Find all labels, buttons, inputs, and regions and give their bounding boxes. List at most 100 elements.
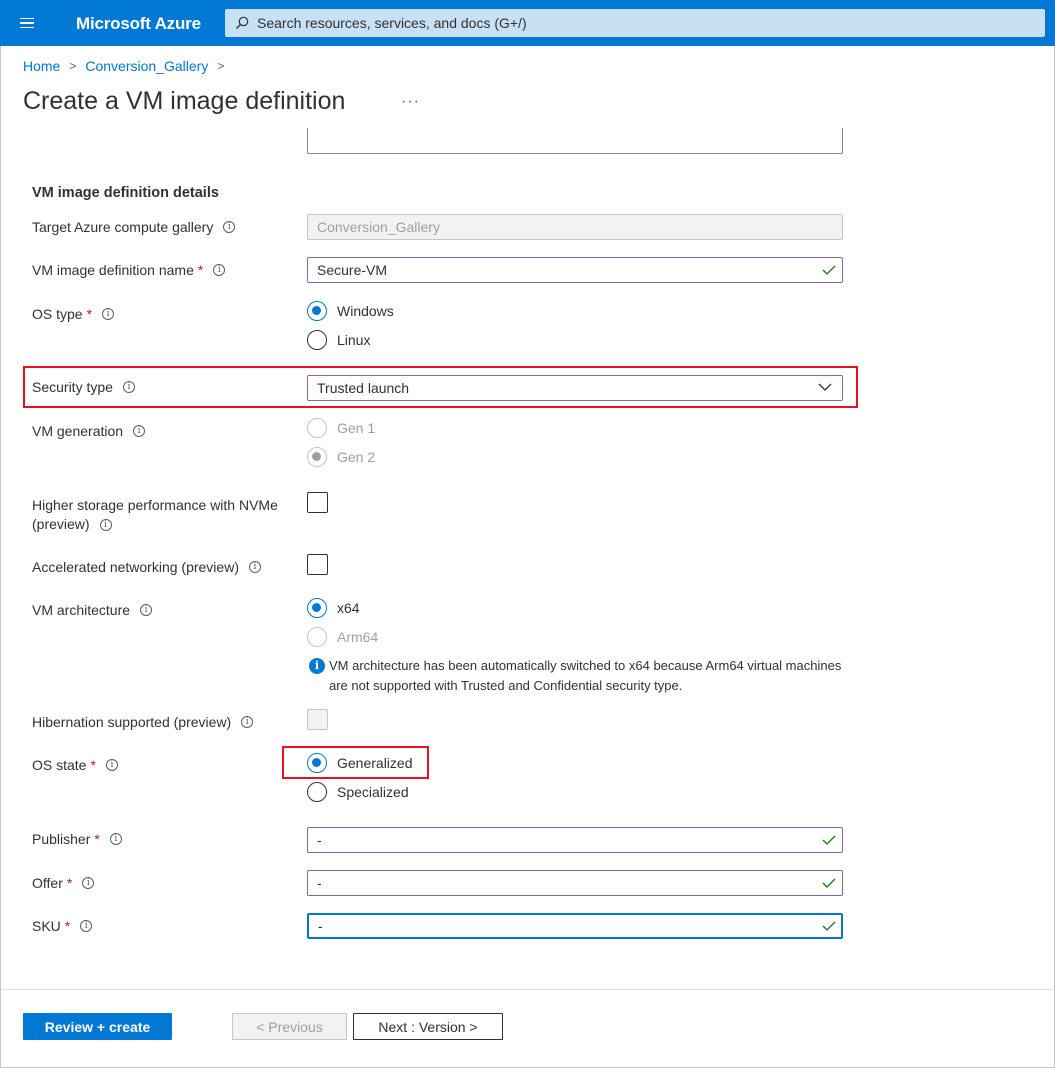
accelerated-networking-label: Accelerated networking (preview) i bbox=[32, 559, 261, 575]
review-create-button[interactable]: Review + create bbox=[23, 1013, 172, 1040]
search-box[interactable] bbox=[225, 9, 1045, 37]
radio-selected-icon bbox=[307, 301, 327, 321]
nvme-checkbox[interactable] bbox=[307, 492, 328, 513]
nvme-label: Higher storage performance with NVMe (pr… bbox=[32, 496, 278, 534]
label-text: Accelerated networking (preview) bbox=[32, 559, 239, 575]
chevron-down-icon bbox=[818, 383, 832, 391]
label-text: Publisher bbox=[32, 831, 91, 847]
required-mark: * bbox=[197, 262, 204, 278]
label-text: Security type bbox=[32, 379, 113, 395]
info-icon[interactable]: i bbox=[133, 425, 146, 437]
info-icon[interactable]: i bbox=[99, 518, 112, 531]
vm-architecture-info-note: i VM architecture has been automatically… bbox=[309, 656, 849, 696]
radio-label: Generalized bbox=[337, 755, 413, 771]
section-title: VM image definition details bbox=[32, 185, 219, 201]
radio-selected-icon bbox=[307, 753, 327, 773]
label-text: OS type bbox=[32, 306, 83, 322]
label-text: OS state bbox=[32, 757, 87, 773]
label-text: Offer bbox=[32, 875, 63, 891]
required-mark: * bbox=[64, 918, 71, 934]
info-icon[interactable]: i bbox=[102, 308, 115, 320]
label-text: VM generation bbox=[32, 423, 124, 439]
breadcrumb-home[interactable]: Home bbox=[23, 58, 60, 74]
os-state-specialized-radio[interactable]: Specialized bbox=[307, 782, 409, 802]
sku-field[interactable] bbox=[307, 913, 843, 939]
previous-button: < Previous bbox=[232, 1013, 347, 1040]
next-version-button[interactable]: Next : Version > bbox=[353, 1013, 503, 1040]
vm-generation-gen2-radio: Gen 2 bbox=[307, 447, 375, 467]
info-icon[interactable]: i bbox=[248, 561, 261, 573]
required-mark: * bbox=[90, 757, 96, 773]
radio-label: x64 bbox=[337, 600, 360, 616]
scrolled-field-label bbox=[32, 140, 122, 148]
required-mark: * bbox=[86, 306, 93, 322]
footer-divider bbox=[1, 989, 1054, 990]
label-line2: (preview) i bbox=[32, 515, 112, 534]
security-type-dropdown[interactable]: Trusted launch bbox=[307, 375, 843, 401]
brand-title[interactable]: Microsoft Azure bbox=[76, 14, 201, 34]
label-text: Higher storage performance with NVMe bbox=[32, 497, 278, 513]
required-mark: * bbox=[66, 875, 73, 891]
vm-architecture-label: VM architecture i bbox=[32, 602, 153, 618]
label-text: (preview) bbox=[32, 516, 90, 532]
radio-empty-icon bbox=[307, 330, 327, 350]
radio-label: Gen 2 bbox=[337, 449, 376, 465]
publisher-field[interactable] bbox=[307, 827, 843, 853]
radio-disabled-selected-icon bbox=[307, 447, 327, 467]
required-mark: * bbox=[94, 831, 100, 847]
breadcrumb: Home > Conversion_Gallery > bbox=[23, 58, 233, 74]
accelerated-networking-checkbox[interactable] bbox=[307, 554, 328, 575]
radio-label: Arm64 bbox=[337, 629, 379, 645]
checkmark-icon bbox=[822, 878, 836, 888]
radio-empty-icon bbox=[307, 782, 327, 802]
vm-generation-label: VM generation i bbox=[32, 423, 146, 439]
security-type-label: Security type i bbox=[32, 379, 135, 395]
menu-icon[interactable] bbox=[14, 12, 40, 34]
info-icon[interactable]: i bbox=[213, 264, 226, 276]
hibernation-label: Hibernation supported (preview) i bbox=[32, 714, 254, 730]
definition-name-label: VM image definition name * i bbox=[32, 262, 226, 278]
os-type-label: OS type * i bbox=[32, 306, 115, 322]
sku-label: SKU * i bbox=[32, 918, 93, 934]
info-note-text: VM architecture has been automatically s… bbox=[329, 658, 842, 693]
radio-disabled-icon bbox=[307, 627, 327, 647]
info-icon[interactable]: i bbox=[109, 833, 122, 845]
target-gallery-label: Target Azure compute gallery i bbox=[32, 219, 236, 235]
info-icon[interactable]: i bbox=[223, 221, 236, 233]
vm-architecture-arm64-radio: Arm64 bbox=[307, 627, 378, 647]
definition-name-field[interactable] bbox=[307, 257, 843, 283]
info-icon[interactable]: i bbox=[122, 381, 135, 393]
info-icon[interactable]: i bbox=[241, 716, 254, 728]
radio-disabled-icon bbox=[307, 418, 327, 438]
os-type-windows-radio[interactable]: Windows bbox=[307, 301, 394, 321]
search-input[interactable] bbox=[257, 15, 1017, 31]
checkmark-icon bbox=[822, 835, 836, 845]
vm-architecture-x64-radio[interactable]: x64 bbox=[307, 598, 360, 618]
label-text: Hibernation supported (preview) bbox=[32, 714, 232, 730]
radio-label: Gen 1 bbox=[337, 420, 376, 436]
radio-label: Windows bbox=[337, 303, 394, 319]
more-options-icon[interactable]: ··· bbox=[401, 93, 420, 111]
chevron-right-icon: > bbox=[217, 59, 225, 73]
radio-label: Specialized bbox=[337, 784, 409, 800]
scrolled-field-input[interactable] bbox=[307, 128, 843, 154]
top-bar: Microsoft Azure bbox=[0, 0, 1055, 46]
offer-label: Offer * i bbox=[32, 875, 95, 891]
label-text: VM image definition name bbox=[32, 262, 194, 278]
os-state-generalized-radio[interactable]: Generalized bbox=[307, 753, 413, 773]
frame-border bbox=[0, 46, 1, 1068]
offer-field[interactable] bbox=[307, 870, 843, 896]
info-icon[interactable]: i bbox=[105, 759, 118, 771]
info-icon[interactable]: i bbox=[140, 604, 153, 616]
search-icon bbox=[236, 16, 249, 29]
checkmark-icon bbox=[822, 265, 836, 275]
info-filled-icon: i bbox=[309, 658, 325, 674]
info-icon[interactable]: i bbox=[80, 920, 93, 932]
radio-selected-icon bbox=[307, 598, 327, 618]
os-type-linux-radio[interactable]: Linux bbox=[307, 330, 370, 350]
publisher-label: Publisher * i bbox=[32, 831, 122, 847]
os-state-label: OS state * i bbox=[32, 757, 118, 773]
breadcrumb-gallery[interactable]: Conversion_Gallery bbox=[85, 58, 208, 74]
info-icon[interactable]: i bbox=[82, 877, 95, 889]
vm-generation-gen1-radio: Gen 1 bbox=[307, 418, 375, 438]
